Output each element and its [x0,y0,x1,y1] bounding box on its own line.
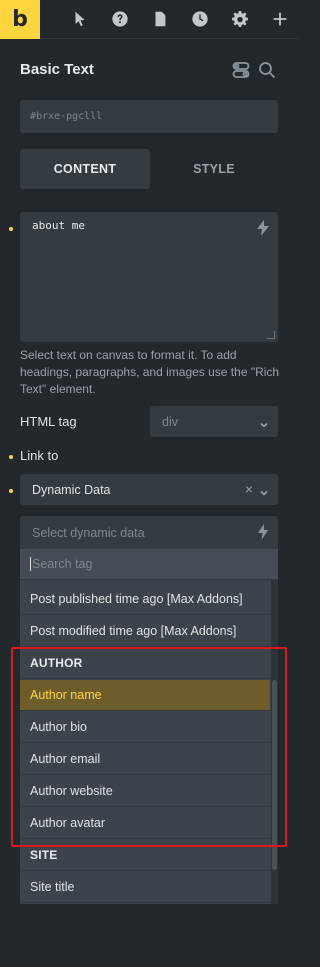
element-id-field[interactable]: #brxe-pgclll [20,100,278,133]
history-icon[interactable] [190,9,210,29]
text-editor[interactable]: about me [20,212,278,342]
dropdown-option-active[interactable]: Author name [20,680,270,711]
chevron-down-icon[interactable] [260,486,268,496]
pointer-icon[interactable] [70,9,90,29]
bolt-icon[interactable] [257,524,269,540]
scrollbar-thumb[interactable] [272,680,277,870]
pages-icon[interactable] [150,9,170,29]
text-cursor [30,557,31,571]
dropdown-option[interactable]: Author avatar [20,808,270,839]
panel-title: Basic Text [20,61,94,78]
link-to-label: Link to [20,448,59,463]
text-editor-help: Select text on canvas to format it. To a… [20,348,280,396]
help-icon[interactable] [110,9,130,29]
link-type-select[interactable]: Dynamic Data × [20,474,278,505]
search-tag-placeholder: Search tag [32,557,93,571]
html-tag-label: HTML tag [20,414,77,429]
add-icon[interactable] [270,9,290,29]
scrollbar[interactable] [271,580,278,904]
group-header-author: AUTHOR [20,648,270,679]
resize-handle[interactable] [267,331,275,339]
dropdown-option[interactable]: Author email [20,744,270,775]
dynamic-data-icon[interactable] [256,220,270,236]
settings-icon[interactable] [230,9,250,29]
html-tag-select[interactable]: div [150,406,278,437]
dropdown-option[interactable]: Author bio [20,712,270,743]
dynamic-data-select[interactable]: Select dynamic data [20,516,278,549]
html-tag-value: div [162,414,178,429]
dropdown-option[interactable]: Author website [20,776,270,807]
text-editor-value: about me [32,219,85,232]
dynamic-data-placeholder: Select dynamic data [32,525,145,540]
changed-indicator [9,227,13,231]
search-tag-input[interactable]: Search tag [20,549,278,580]
changed-indicator [9,455,13,459]
group-header-site: SITE [20,840,270,871]
toggle-icon[interactable] [232,61,250,79]
dropdown-option[interactable]: Post modified time ago [Max Addons] [20,616,270,647]
dropdown-option[interactable]: Post published time ago [Max Addons] [20,584,270,615]
tab-content[interactable]: CONTENT [20,149,150,189]
clear-icon[interactable]: × [245,481,253,497]
tab-style[interactable]: STYLE [150,149,278,189]
dropdown-option[interactable]: Site title [20,872,270,903]
link-type-value: Dynamic Data [32,482,111,497]
toolbar: b [0,0,299,39]
dynamic-data-dropdown: Search tag Post published time ago [Max … [20,549,278,904]
search-icon[interactable] [258,61,276,79]
changed-indicator [9,489,13,493]
bricks-logo[interactable]: b [0,0,40,39]
chevron-down-icon [260,418,268,428]
